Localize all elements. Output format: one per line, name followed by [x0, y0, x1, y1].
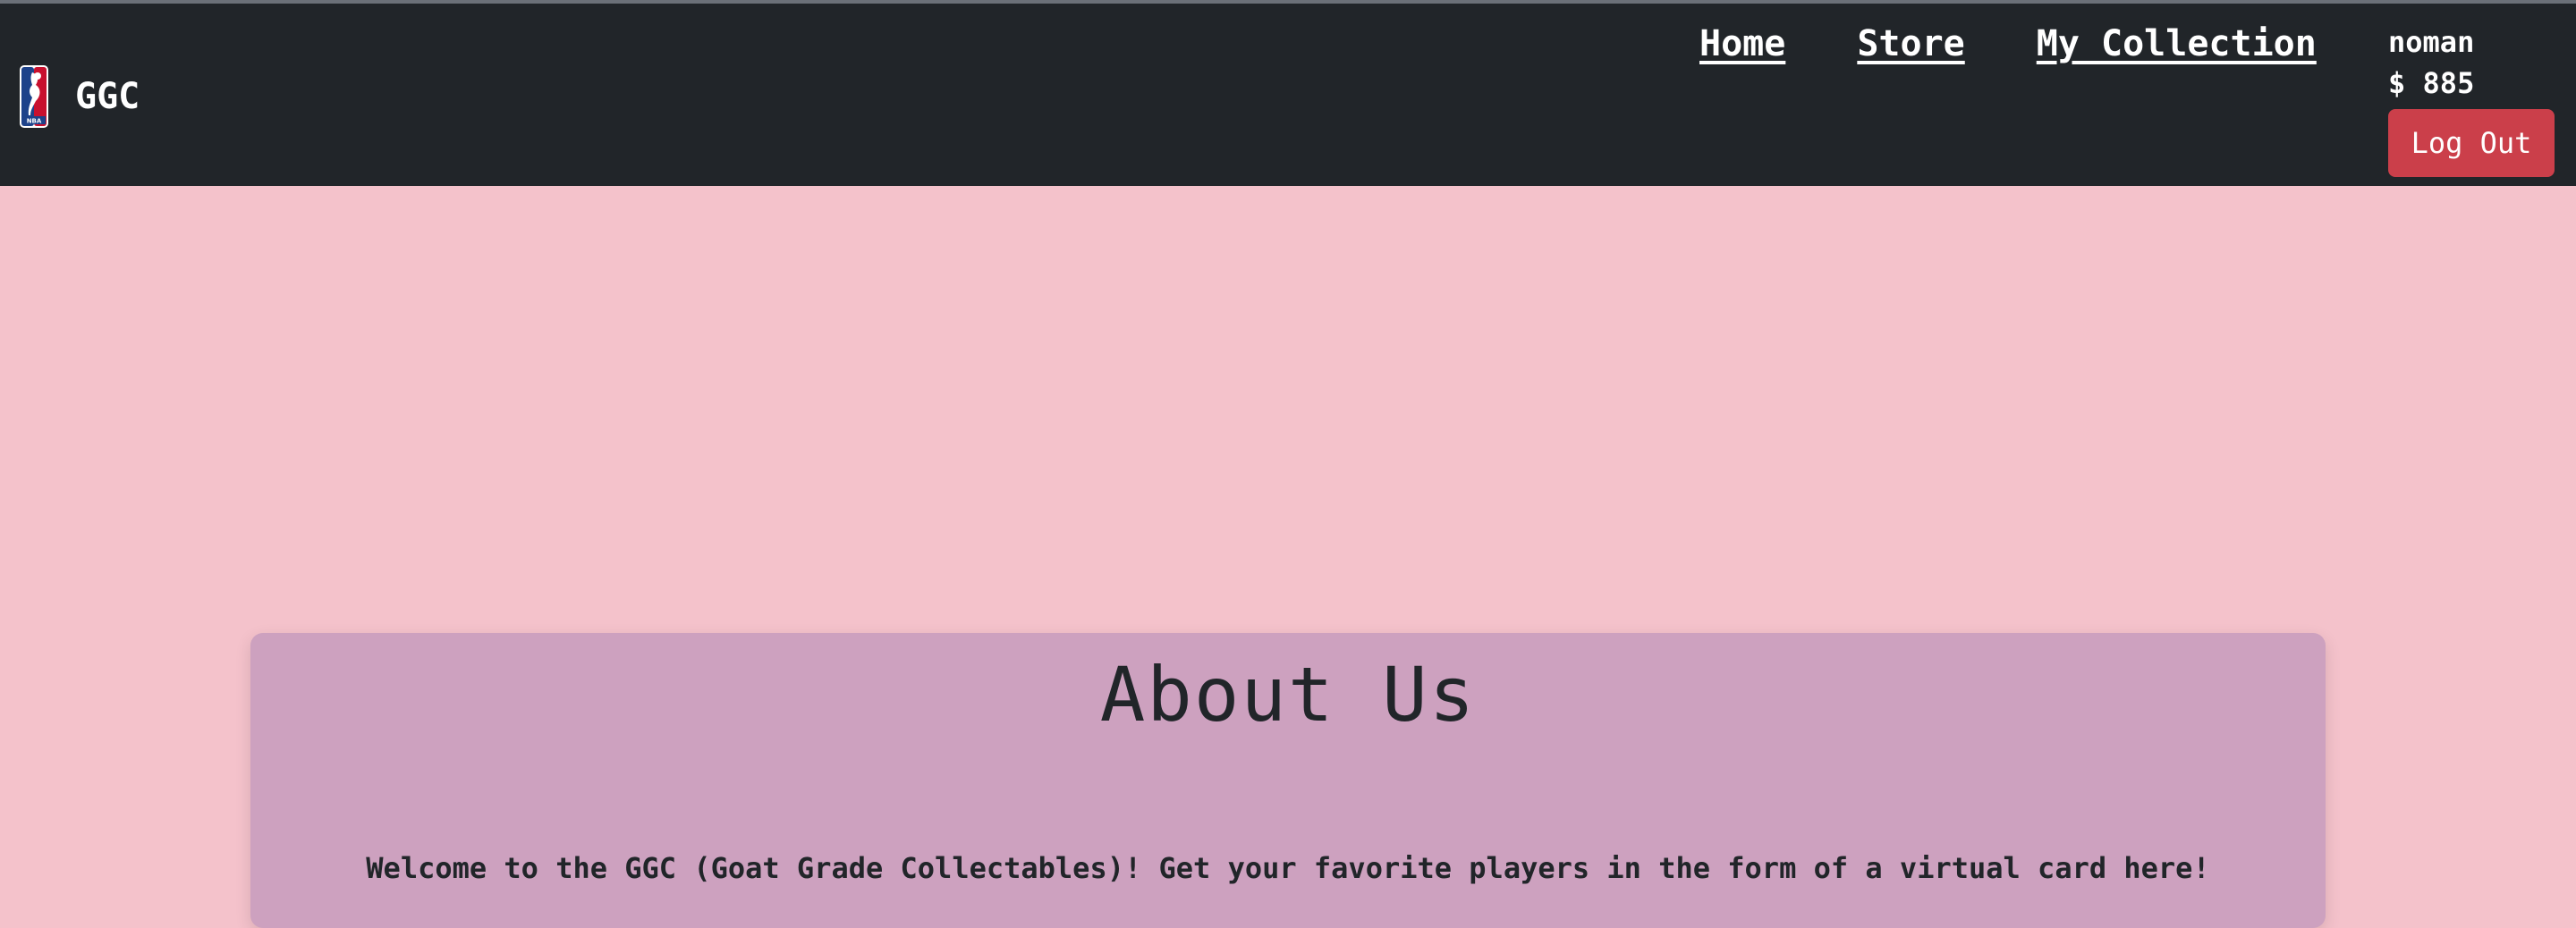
nav-link-store[interactable]: Store — [1857, 23, 1964, 64]
svg-text:NBA: NBA — [27, 118, 42, 125]
about-description: Welcome to the GGC (Goat Grade Collectab… — [366, 851, 2210, 885]
nav-link-home[interactable]: Home — [1699, 23, 1785, 64]
nav-link-my-collection[interactable]: My Collection — [2037, 23, 2317, 64]
brand[interactable]: NBA GGC — [20, 64, 140, 129]
about-title: About Us — [1099, 651, 1477, 738]
navbar: NBA GGC Home Store My Collection noman $… — [0, 4, 2576, 186]
nav-links: Home Store My Collection — [1699, 23, 2317, 64]
logout-button[interactable]: Log Out — [2388, 109, 2555, 177]
brand-name: GGC — [75, 76, 140, 117]
balance: $ 885 — [2388, 66, 2475, 100]
username: noman — [2388, 25, 2475, 59]
user-panel: noman $ 885 Log Out — [2388, 21, 2563, 177]
about-card: About Us Welcome to the GGC (Goat Grade … — [250, 633, 2326, 928]
nba-logo-icon: NBA — [20, 65, 48, 128]
